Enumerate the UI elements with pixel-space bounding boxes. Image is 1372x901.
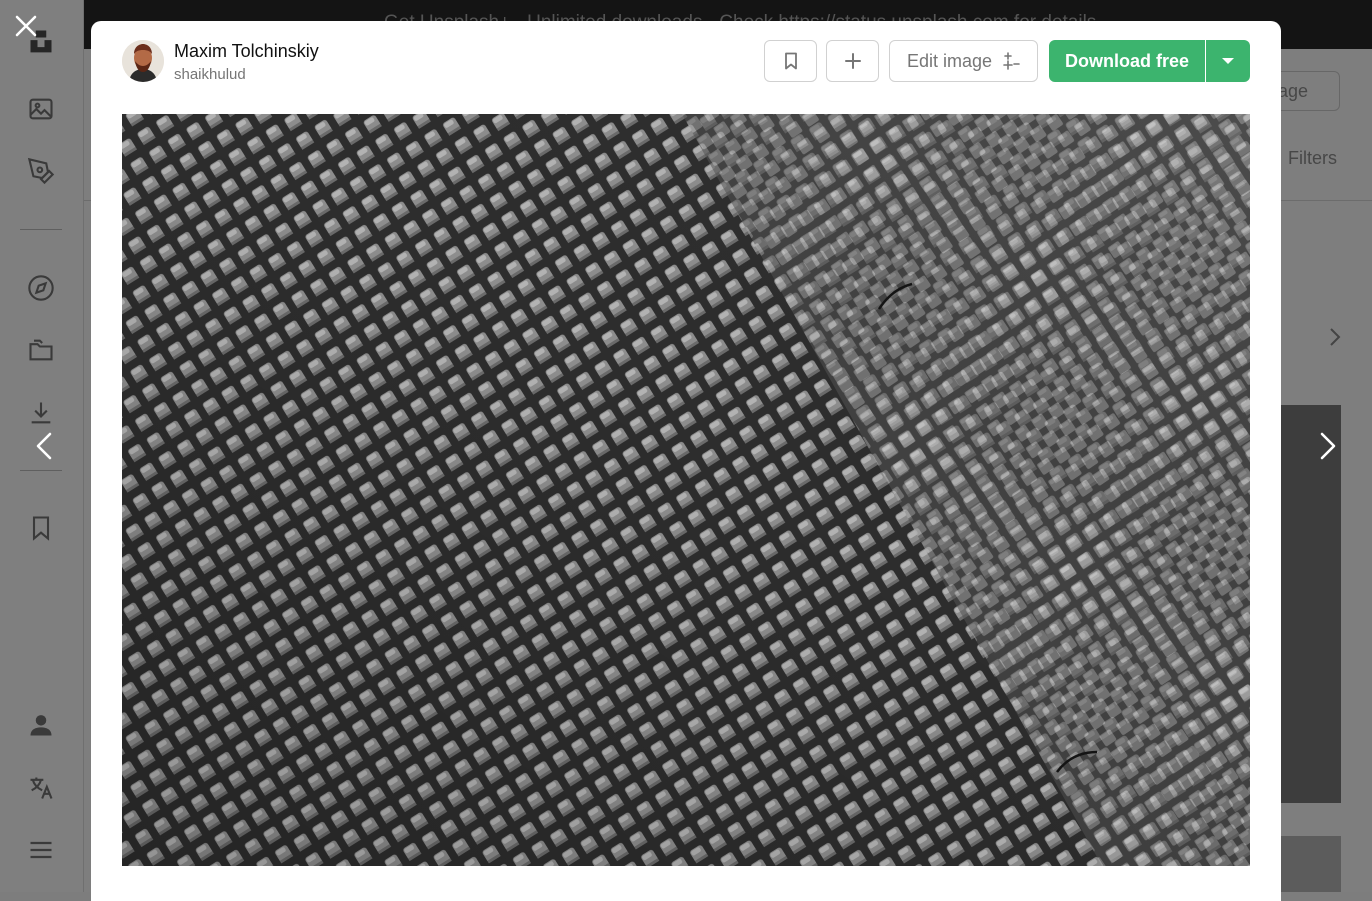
bookmark-sidebar-icon[interactable] [24,511,58,545]
background-filters-label: Filters [1288,148,1337,168]
bookmark-button[interactable] [764,40,817,82]
edit-image-label: Edit image [906,50,993,71]
edit-image-button[interactable]: Edit image [889,40,1038,82]
pen-tool-icon[interactable] [24,154,58,188]
avatar[interactable] [122,40,164,82]
chevron-down-icon [1222,58,1234,64]
translate-icon[interactable] [24,771,58,805]
background-thumbnail [1281,836,1341,892]
collections-icon[interactable] [24,333,58,367]
mesh-texture-image [122,114,1250,866]
author-name[interactable]: Maxim Tolchinskiy [174,41,319,62]
download-free-button[interactable]: Download free [1049,40,1205,82]
compass-icon[interactable] [24,271,58,305]
add-to-collection-button[interactable] [826,40,879,82]
chevron-right-icon [1330,328,1341,346]
user-icon[interactable] [24,708,58,742]
image-icon[interactable] [24,92,58,126]
author-username[interactable]: shaikhulud [174,66,246,83]
main-photo[interactable] [122,114,1250,866]
sparkle-icon [1003,52,1020,70]
background-thumbnail [1281,405,1341,803]
bookmark-icon [784,52,797,70]
menu-icon[interactable] [24,833,58,867]
previous-image-icon[interactable] [30,430,58,462]
download-options-button[interactable] [1206,40,1250,82]
sidebar-divider [20,229,62,230]
download-icon[interactable] [24,396,58,430]
modal-header: Maxim Tolchinskiy shaikhulud Edit image … [91,21,1281,103]
next-image-icon[interactable] [1314,430,1342,462]
plus-icon [844,53,861,69]
close-icon[interactable] [12,12,40,40]
photo-modal: Maxim Tolchinskiy shaikhulud Edit image … [91,21,1281,901]
sidebar-divider [20,470,62,471]
